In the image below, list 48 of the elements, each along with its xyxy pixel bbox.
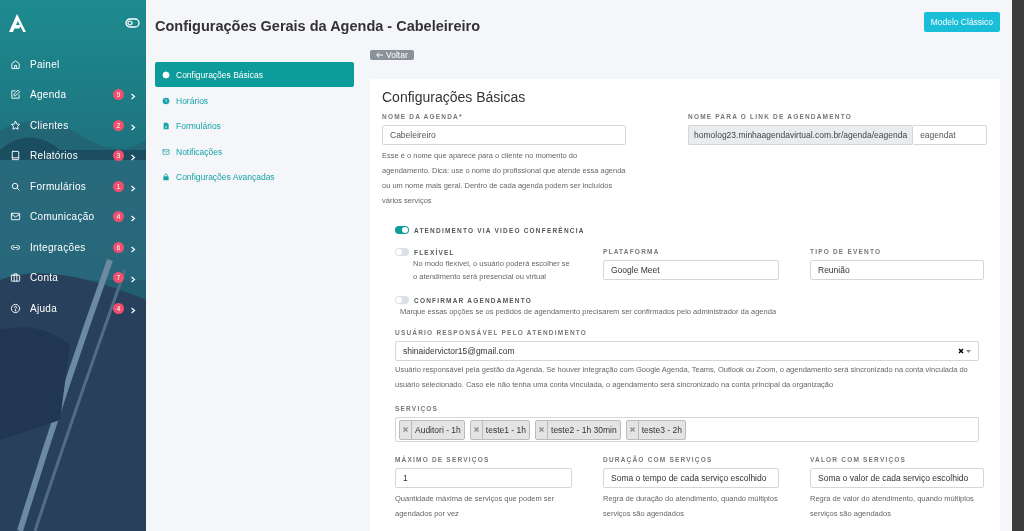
mail-icon [162, 147, 170, 156]
service-tag: teste3 - 2h [625, 419, 686, 440]
clock-icon [162, 96, 170, 105]
text-field[interactable]: eagendat [912, 125, 987, 145]
chevron-icon [130, 274, 136, 282]
page-title: Configurações Gerais da Agenda - Cabeleireiro [155, 18, 480, 34]
mail-icon [10, 211, 21, 223]
text-field[interactable]: Soma o valor de cada serviço escolhido [810, 468, 984, 488]
sidebar-item[interactable]: Painel [0, 49, 146, 80]
service-tag: teste2 - 1h 30min [535, 419, 621, 440]
caret-icon [966, 349, 971, 353]
service-tag: Auditori - 1h [399, 419, 465, 440]
remove-icon[interactable] [473, 427, 479, 432]
toggle-switch[interactable] [395, 248, 409, 256]
remove-icon[interactable] [539, 427, 544, 432]
remove-icon[interactable] [403, 427, 408, 432]
select-field[interactable]: shinaidervictor15@gmail.com [395, 341, 979, 361]
text-field[interactable]: Cabeleireiro [382, 125, 626, 145]
toggle-icon[interactable] [125, 18, 140, 28]
text-field[interactable]: Reunião [810, 260, 984, 280]
clear-icon[interactable] [958, 348, 964, 354]
edit-icon [10, 89, 21, 101]
scrollbar[interactable] [1012, 0, 1024, 531]
arrow-left-icon [376, 52, 383, 58]
home-icon [10, 58, 21, 70]
toggle-switch[interactable] [395, 296, 409, 304]
logo[interactable] [8, 13, 26, 33]
remove-icon[interactable] [629, 427, 635, 432]
book-icon [10, 150, 21, 162]
card-title: Configurações Básicas [382, 89, 527, 105]
help-icon [10, 302, 21, 314]
text-field[interactable]: Google Meet [603, 260, 779, 280]
search-icon [10, 180, 21, 192]
lock-icon [162, 173, 170, 182]
service-tag: teste1 - 1h [469, 419, 530, 440]
url-prefix: homolog23.minhaagendavirtual.com.br/agenda/eagenda [688, 125, 913, 145]
text-field[interactable]: Soma o tempo de cada serviço escolhido [603, 468, 779, 488]
tag-field[interactable]: Auditori - 1h teste1 - 1h teste2 - 1h 30min teste3 - 2h [395, 417, 979, 442]
chevron-icon [130, 213, 136, 221]
chevron-icon [130, 91, 136, 99]
toggle-switch[interactable] [395, 226, 409, 234]
briefcase-icon [10, 272, 21, 284]
settings-nav-item[interactable]: Configurações Básicas [155, 62, 354, 87]
star-icon [10, 119, 21, 131]
globe-icon [162, 70, 170, 79]
document-icon [162, 122, 170, 131]
chevron-icon [130, 152, 136, 160]
text-field[interactable]: 1 [395, 468, 572, 488]
